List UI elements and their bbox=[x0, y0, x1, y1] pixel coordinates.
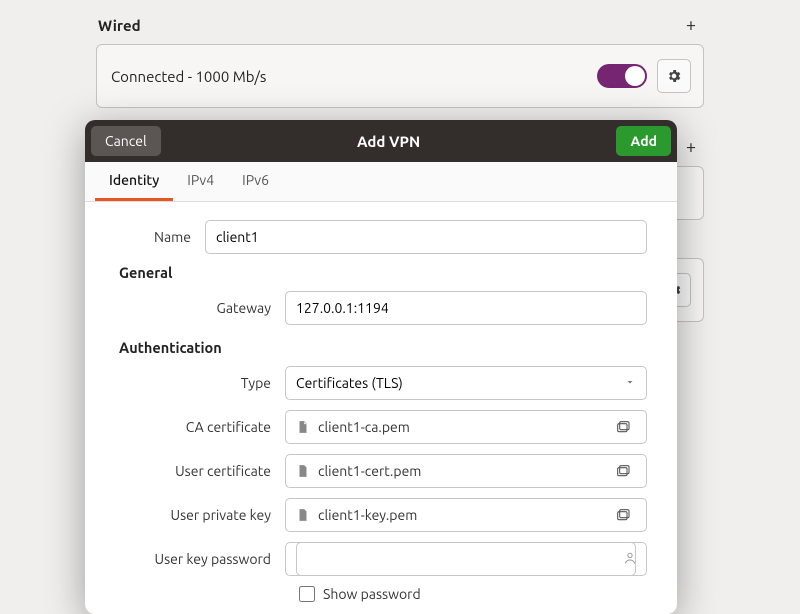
type-label: Type bbox=[115, 375, 285, 391]
user-key-pw-field[interactable] bbox=[285, 542, 647, 576]
file-icon bbox=[296, 508, 310, 522]
user-key-pw-input[interactable] bbox=[296, 542, 636, 576]
user-key-pw-label: User key password bbox=[115, 551, 285, 567]
user-key-label: User private key bbox=[115, 507, 285, 523]
wired-settings-button[interactable] bbox=[657, 59, 691, 93]
browse-icon bbox=[615, 419, 631, 435]
name-label: Name bbox=[85, 229, 205, 245]
ca-cert-value: client1-ca.pem bbox=[318, 419, 602, 435]
wired-status-text: Connected - 1000 Mb/s bbox=[111, 68, 266, 85]
add-vpn-button[interactable]: + bbox=[680, 136, 702, 158]
wired-toggle[interactable] bbox=[597, 64, 647, 88]
user-cert-label: User certificate bbox=[115, 463, 285, 479]
type-select[interactable]: Certificates (TLS) bbox=[285, 366, 647, 400]
gear-icon bbox=[666, 68, 682, 84]
name-input[interactable] bbox=[205, 220, 647, 254]
file-icon bbox=[296, 464, 310, 478]
ca-cert-field[interactable]: client1-ca.pem bbox=[285, 410, 647, 444]
cancel-button[interactable]: Cancel bbox=[91, 126, 161, 156]
user-cert-field[interactable]: client1-cert.pem bbox=[285, 454, 647, 488]
gateway-label: Gateway bbox=[115, 300, 285, 316]
add-button[interactable]: Add bbox=[616, 126, 671, 156]
tab-ipv6[interactable]: IPv6 bbox=[228, 162, 283, 201]
user-key-field[interactable]: client1-key.pem bbox=[285, 498, 647, 532]
ca-cert-label: CA certificate bbox=[115, 419, 285, 435]
browse-icon bbox=[615, 507, 631, 523]
dialog-header: Cancel Add VPN Add bbox=[85, 120, 677, 162]
user-icon bbox=[622, 550, 638, 569]
ca-cert-browse-button[interactable] bbox=[610, 414, 636, 440]
tab-ipv4[interactable]: IPv4 bbox=[173, 162, 228, 201]
tab-identity[interactable]: Identity bbox=[95, 162, 173, 201]
user-key-value: client1-key.pem bbox=[318, 507, 602, 523]
user-key-browse-button[interactable] bbox=[610, 502, 636, 528]
chevron-down-icon bbox=[624, 375, 636, 391]
general-header: General bbox=[119, 264, 647, 281]
browse-icon bbox=[615, 463, 631, 479]
file-icon bbox=[296, 420, 310, 434]
dialog-title: Add VPN bbox=[357, 133, 420, 150]
user-cert-value: client1-cert.pem bbox=[318, 463, 602, 479]
wired-section-title: Wired bbox=[98, 17, 141, 34]
add-wired-button[interactable]: + bbox=[680, 14, 702, 36]
auth-header: Authentication bbox=[119, 339, 647, 356]
type-value: Certificates (TLS) bbox=[296, 375, 403, 391]
user-cert-browse-button[interactable] bbox=[610, 458, 636, 484]
add-vpn-dialog: Cancel Add VPN Add Identity IPv4 IPv6 Na… bbox=[85, 120, 677, 614]
tab-bar: Identity IPv4 IPv6 bbox=[85, 162, 677, 202]
gateway-input[interactable] bbox=[285, 291, 647, 325]
wired-connection-card: Connected - 1000 Mb/s bbox=[96, 44, 704, 108]
